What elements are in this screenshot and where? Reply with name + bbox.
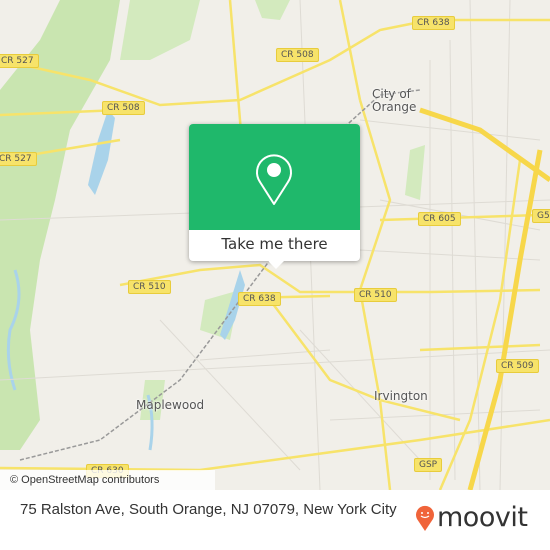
place-irvington: Irvington	[374, 389, 428, 403]
map-pin-icon	[256, 154, 292, 205]
road-shield-cr510-left: CR 510	[128, 280, 171, 294]
moovit-logo: moovit	[415, 502, 528, 533]
popup-pointer	[268, 261, 284, 269]
moovit-wordmark: moovit	[437, 502, 528, 533]
road-shield-cr527-left: CR 527	[0, 152, 37, 166]
map-attribution[interactable]: © OpenStreetMap contributors	[0, 470, 215, 490]
road-shield-cr638-top: CR 638	[412, 16, 455, 30]
place-maplewood: Maplewood	[136, 398, 205, 412]
road-shield-cr509: CR 509	[496, 359, 539, 373]
moovit-pin-icon	[416, 505, 434, 531]
road-shield-cr605: CR 605	[418, 212, 461, 226]
road-shield-cr510-right: CR 510	[354, 288, 397, 302]
road-shield-g5: G5	[532, 209, 550, 223]
road-shield-cr508-left: CR 508	[102, 101, 145, 115]
location-popup: Take me there	[189, 124, 360, 269]
road-shield-cr508-top: CR 508	[276, 48, 319, 62]
popup-header	[189, 124, 360, 230]
take-me-there-button[interactable]: Take me there	[189, 230, 360, 261]
road-shield-cr638-mid: CR 638	[238, 292, 281, 306]
map[interactable]: CR 638 CR 527 CR 508 CR 508 CR 527 CR 60…	[0, 0, 550, 490]
road-shield-gsp: GSP	[414, 458, 443, 472]
address-text: 75 Ralston Ave, South Orange, NJ 07079, …	[20, 501, 397, 518]
place-city-of-orange: City of Orange	[372, 87, 417, 114]
footer: 75 Ralston Ave, South Orange, NJ 07079, …	[0, 490, 550, 550]
road-shield-cr527-top: CR 527	[0, 54, 39, 68]
